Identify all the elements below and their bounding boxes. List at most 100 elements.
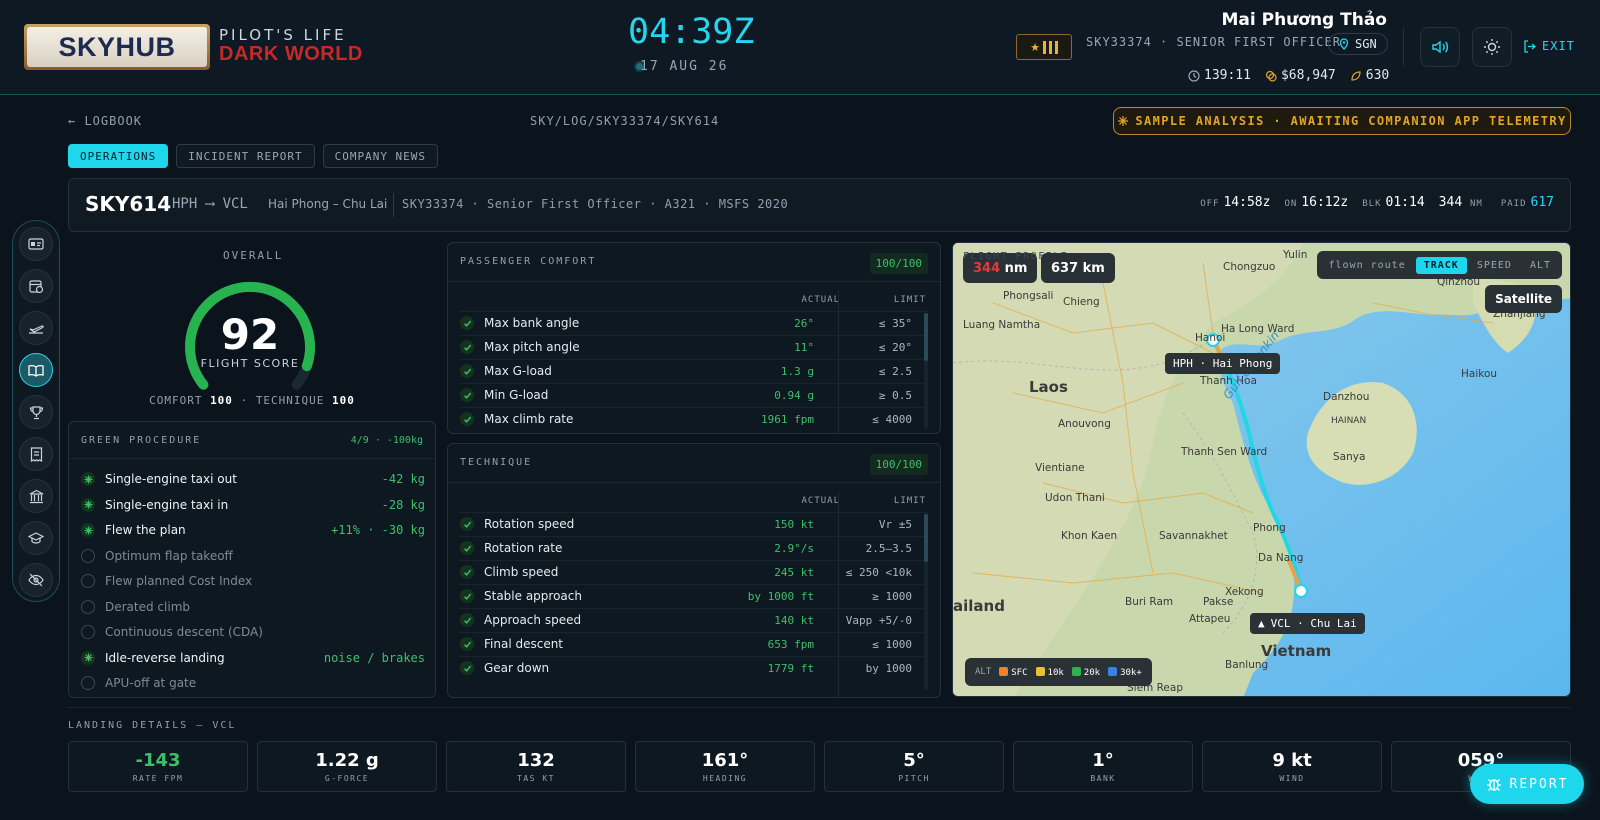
report-button[interactable]: REPORT (1470, 764, 1584, 804)
passenger-comfort-panel: PASSENGER COMFORT 100/100 ACTUAL LIMIT M… (447, 242, 941, 434)
distance: 344 NM (1438, 195, 1483, 210)
green-procedure-title: GREEN PROCEDURE (81, 435, 202, 446)
check-icon (463, 617, 471, 624)
landing-card: 132 TAS KT (446, 741, 626, 792)
mode-speed[interactable]: SPEED (1469, 257, 1520, 274)
logout-icon (1524, 39, 1536, 53)
divider (68, 707, 1571, 708)
green-procedure-item: Flew planned Cost Index (81, 569, 425, 593)
sidebar-item-privacy[interactable] (19, 563, 53, 597)
green-procedure-item: APU-off at gate (81, 671, 425, 695)
check-icon (463, 521, 471, 528)
divider (460, 512, 928, 513)
pilot-id-rank: SKY33374 · SENIOR FIRST OFFICER (1086, 35, 1341, 49)
legend-10k: 10k (1035, 666, 1064, 678)
distance-km-chip: 637 km (1041, 253, 1115, 283)
base-code: SGN (1355, 37, 1377, 51)
flight-route: HPH ⟶ VCL (172, 196, 248, 212)
metric-label: Rotation rate (484, 541, 563, 555)
green-procedure-label: Flew the plan (105, 523, 186, 537)
landing-card: 5° PITCH (824, 741, 1004, 792)
divider (1403, 28, 1404, 66)
tab-incident-report[interactable]: INCIDENT REPORT (176, 144, 315, 168)
map-place-label: Pakse (1203, 596, 1233, 608)
tab-operations[interactable]: OPERATIONS (68, 144, 169, 168)
back-to-logbook-link[interactable]: ← LOGBOOK (68, 114, 142, 128)
skyhub-logo[interactable]: SKYHUB (24, 24, 210, 70)
map-place-label: Ha Long Ward (1221, 323, 1294, 335)
map-place-label: Anouvong (1058, 418, 1111, 430)
technique-row: Approach speed 140 kt Vapp +5/-0 (460, 608, 914, 632)
on-time: ON 16:12z (1284, 195, 1349, 210)
check-icon (463, 593, 471, 600)
map-place-label: Laos (1029, 378, 1068, 396)
metric-limit: ≥ 0.5 (878, 388, 912, 402)
col-limit: LIMIT (893, 496, 926, 506)
theme-button[interactable] (1472, 27, 1512, 67)
landing-label: HEADING (702, 774, 748, 783)
sidebar-item-schedule[interactable] (19, 269, 53, 303)
metric-limit: 2.5–3.5 (865, 541, 912, 555)
exit-button[interactable]: EXIT (1523, 39, 1575, 53)
sound-button[interactable] (1420, 27, 1460, 67)
metric-actual: 11° (794, 340, 814, 354)
location-pin-icon (1339, 38, 1349, 50)
altitude-legend: ALT SFC 10k 20k 30k+ (965, 658, 1152, 686)
satellite-toggle[interactable]: Satellite (1485, 285, 1562, 313)
sidebar-item-flights[interactable] (19, 311, 53, 345)
base-badge[interactable]: SGN (1328, 33, 1388, 55)
metric-label: Climb speed (484, 565, 559, 579)
green-procedure-label: Single-engine taxi out (105, 472, 237, 486)
metric-actual: 140 kt (774, 613, 814, 627)
metric-limit: ≤ 35° (878, 316, 912, 330)
bank-icon (29, 489, 43, 503)
flight-info: SKY33374 · Senior First Officer · A321 ·… (402, 197, 789, 211)
landing-value: 132 (517, 750, 555, 771)
landing-label: RATE FPM (132, 774, 184, 783)
metric-limit: ≤ 2.5 (878, 364, 912, 378)
legend-20k: 20k (1071, 666, 1100, 678)
divider (393, 193, 394, 217)
flight-map[interactable]: Chongzuo Yulin Qinzhou Zhanjiang Phongsali Ch… (952, 242, 1571, 697)
sidebar-item-logbook[interactable] (19, 353, 53, 387)
comfort-scrollbar[interactable] (924, 313, 928, 429)
technique-score-badge: 100/100 (869, 454, 928, 475)
sidebar-item-finance[interactable] (19, 437, 53, 471)
distance-nm-value: 344 (973, 260, 1001, 276)
divider (460, 311, 928, 312)
check-icon (460, 517, 474, 531)
check-icon (460, 637, 474, 651)
sidebar-item-training[interactable] (19, 521, 53, 555)
map-place-label: HAINAN (1331, 416, 1366, 426)
sidebar-item-bank[interactable] (19, 479, 53, 513)
plane-takeoff-icon (29, 325, 44, 334)
check-icon (463, 416, 471, 423)
empty-circle-icon (81, 599, 95, 614)
divider (460, 335, 928, 336)
money-stat: $68,947 (1265, 68, 1336, 83)
tab-company-news[interactable]: COMPANY NEWS (322, 144, 439, 168)
destination-marker[interactable] (1294, 584, 1308, 598)
landing-card: -143 RATE FPM (68, 741, 248, 792)
report-label: REPORT (1509, 776, 1569, 792)
technique-scrollbar[interactable] (924, 514, 928, 690)
check-icon (463, 320, 471, 327)
technique-panel: TECHNIQUE 100/100 ACTUAL LIMIT Rotation … (447, 443, 941, 698)
sidebar-item-id-card[interactable] (19, 227, 53, 261)
divider (460, 536, 928, 537)
map-place-label: Attapeu (1189, 613, 1230, 625)
map-place-label: Chieng (1063, 296, 1100, 308)
money-value: $68,947 (1280, 68, 1336, 83)
map-place-label: Phongsali (1003, 290, 1053, 302)
check-icon (460, 316, 474, 330)
metric-actual: 26° (794, 316, 814, 330)
mode-alt[interactable]: ALT (1522, 257, 1559, 274)
record-path: SKY/LOG/SKY33374/SKY614 (530, 114, 720, 128)
mode-track[interactable]: TRACK (1415, 256, 1467, 274)
metric-label: Max pitch angle (484, 340, 580, 354)
metric-limit: ≤ 4000 (872, 412, 912, 426)
sidebar-item-awards[interactable] (19, 395, 53, 429)
mode-flown-route[interactable]: flown route (1320, 257, 1413, 274)
metric-limit: ≥ 1000 (872, 589, 912, 603)
metric-actual: 1961 fpm (761, 412, 814, 426)
